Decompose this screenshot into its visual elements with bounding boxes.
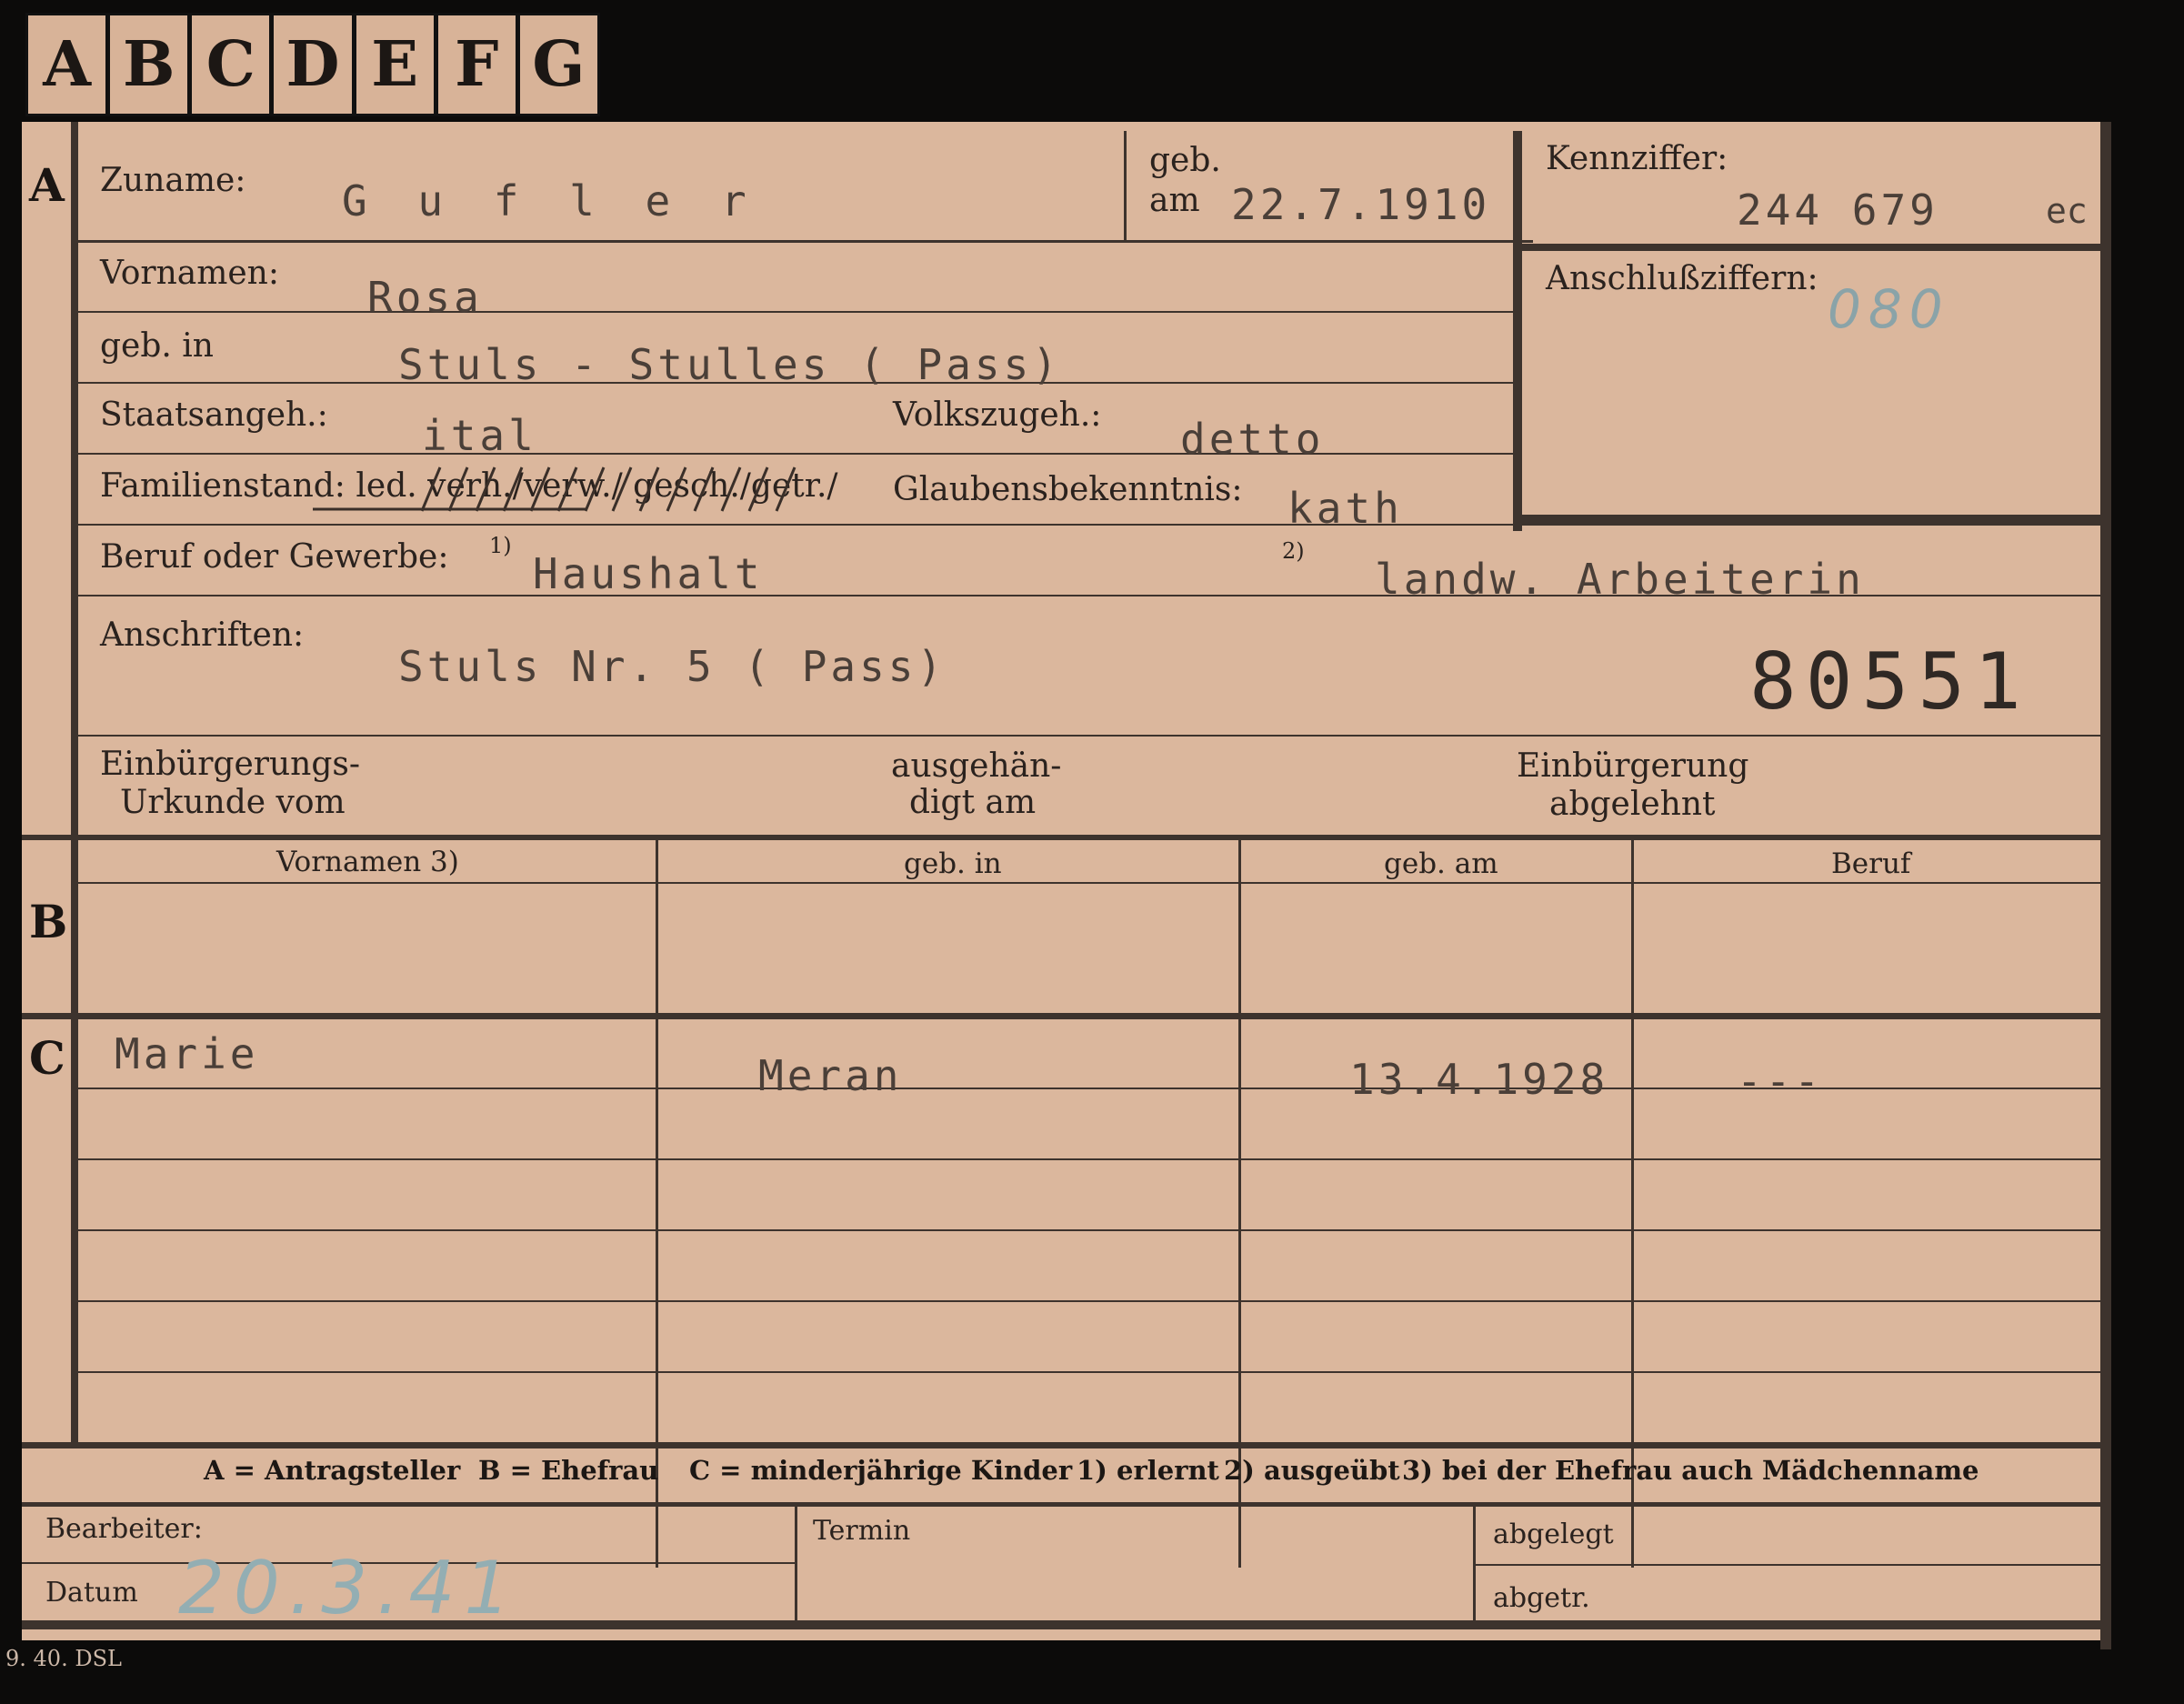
section-c-rule (22, 1013, 2104, 1019)
child-birthplace: Meran (758, 1051, 903, 1100)
occupation-mark-2: 2) (1282, 538, 1305, 564)
issued-label-1: ausgehän- (891, 747, 1062, 785)
appointment-label: Termin (813, 1515, 911, 1547)
occupation-label: Beruf oder Gewerbe: (100, 538, 449, 576)
tab-a[interactable]: A (28, 15, 111, 114)
rule (78, 311, 1515, 313)
left-rule (71, 122, 78, 1442)
transferred-label: abgetr. (1493, 1582, 1590, 1614)
id-box-divider (1522, 244, 2104, 251)
born-date: 22.7.1910 (1231, 180, 1491, 229)
print-code: 9. 40. DSL (5, 1646, 122, 1671)
naturalization-label-2: Urkunde vom (120, 784, 346, 821)
letter-tabs: A B C D E F G (25, 13, 600, 116)
rejected-label-1: Einbürgerung (1517, 747, 1749, 785)
rule (1473, 1564, 2104, 1566)
section-a-label: A (29, 158, 65, 212)
born-label-2: am (1149, 182, 1200, 219)
rule (78, 1229, 2102, 1231)
id-suffix: ec (2046, 191, 2088, 231)
id-box-bottom (1522, 515, 2104, 526)
firstname-label: Vornamen: (100, 255, 279, 292)
marital-strikeout (313, 464, 813, 515)
tab-e[interactable]: E (356, 15, 438, 114)
tab-d[interactable]: D (274, 15, 356, 114)
citizenship-value: ital (422, 411, 537, 460)
rejected-label-2: abgelehnt (1549, 786, 1716, 823)
ethnicity-value: detto (1180, 415, 1325, 464)
date-label: Datum (45, 1577, 138, 1609)
legend-b: B = Ehefrau (478, 1455, 659, 1486)
religion-label: Glaubensbekenntnis: (893, 471, 1243, 508)
child-birthdate: 13.4.1928 (1349, 1055, 1609, 1104)
rule (78, 1371, 2102, 1373)
rule (78, 1300, 2102, 1302)
col-header-birthdate: geb. am (1384, 847, 1498, 880)
rule (78, 735, 2102, 737)
tab-c[interactable]: C (192, 15, 275, 114)
surname-label: Zuname: (100, 162, 246, 199)
issued-label-2: digt am (909, 784, 1037, 821)
legend-note-3: 3) bei der Ehefrau auch Mädchenname (1402, 1455, 1979, 1486)
rule (78, 240, 1533, 243)
child-name: Marie (115, 1029, 259, 1078)
firstname-value: Rosa (367, 273, 483, 322)
legend-note-2: 2) ausgeübt (1224, 1455, 1400, 1486)
tab-b[interactable]: B (110, 15, 193, 114)
legend-a: A = Antragsteller (204, 1455, 461, 1486)
section-c-label: C (29, 1031, 65, 1085)
footer-top-rule (22, 1502, 2104, 1507)
id-box-border (1513, 131, 1522, 531)
section-b-label: B (29, 895, 68, 948)
occupation-learned: Haushalt (533, 549, 764, 598)
col-header-firstname: Vornamen 3) (276, 846, 459, 878)
citizenship-label: Staatsangeh.: (100, 396, 328, 434)
legend-top-rule (22, 1442, 2104, 1448)
rule (78, 882, 2102, 884)
occupation-mark-1: 1) (489, 533, 512, 558)
rule (1124, 131, 1127, 242)
rule (78, 1158, 2102, 1160)
filed-label: abgelegt (1493, 1519, 1614, 1550)
ethnicity-label: Volkszugeh.: (893, 396, 1102, 434)
col-header-birthplace: geb. in (904, 847, 1002, 880)
religion-value: kath (1287, 484, 1403, 533)
date-handwritten: 20.3.41 (178, 1546, 520, 1630)
born-label-1: geb. (1149, 142, 1221, 179)
clerk-label: Bearbeiter: (45, 1513, 203, 1545)
tab-g[interactable]: G (520, 15, 597, 114)
occupation-practiced: landw. Arbeiterin (1375, 555, 1865, 604)
registration-card: A B C Zuname: G u f l e r geb. am 22.7.1… (22, 122, 2111, 1649)
followup-value: 080 (1828, 278, 1950, 340)
footer-col-rule (795, 1506, 797, 1620)
file-number: 80551 (1749, 636, 2030, 727)
birthplace-value: Stuls - Stulles ( Pass) (398, 340, 1061, 389)
footer-col-rule (1473, 1506, 1476, 1620)
legend-c: C = minderjährige Kinder (689, 1455, 1073, 1486)
naturalization-label-1: Einbürgerungs- (100, 746, 361, 783)
followup-label: Anschlußziffern: (1546, 260, 1818, 297)
right-rule (2100, 122, 2111, 1649)
section-b-rule (22, 835, 2104, 840)
address-label: Anschriften: (100, 616, 305, 654)
col-header-occupation: Beruf (1831, 847, 1911, 880)
tab-f[interactable]: F (438, 15, 520, 114)
address-value: Stuls Nr. 5 ( Pass) (398, 642, 947, 691)
legend-note-1: 1) erlernt (1077, 1455, 1219, 1486)
id-label: Kennziffer: (1546, 140, 1728, 177)
surname-value: G u f l e r (342, 176, 759, 226)
child-occupation: --- (1737, 1057, 1824, 1106)
id-number: 244 679 (1737, 185, 1939, 235)
birthplace-label: geb. in (100, 327, 214, 365)
